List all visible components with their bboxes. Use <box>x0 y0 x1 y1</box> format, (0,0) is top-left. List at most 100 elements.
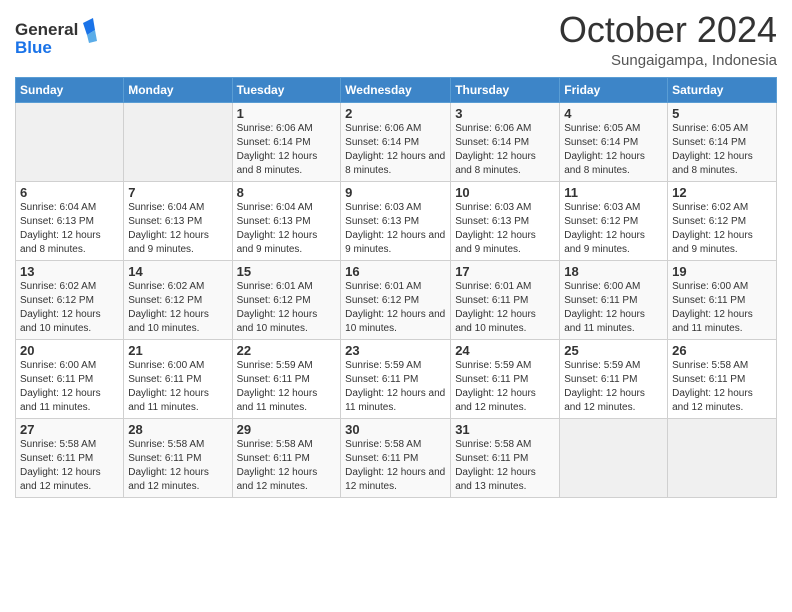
sunset: Sunset: 6:11 PM <box>128 374 201 385</box>
sunrise: Sunrise: 6:01 AM <box>345 281 421 292</box>
day-info: Sunrise: 6:00 AMSunset: 6:11 PMDaylight:… <box>672 280 772 336</box>
sunrise: Sunrise: 6:00 AM <box>128 360 204 371</box>
calendar-cell: 3 Sunrise: 6:06 AM Sunset: 6:14 PM Daylight… <box>451 102 560 181</box>
sunset: Sunset: 6:12 PM <box>672 216 746 227</box>
sunset: Sunset: 6:12 PM <box>237 295 311 306</box>
sunrise: Sunrise: 5:59 AM <box>564 360 640 371</box>
sunset: Sunset: 6:11 PM <box>237 453 310 464</box>
sunset: Sunset: 6:14 PM <box>455 137 529 148</box>
sunset: Sunset: 6:11 PM <box>455 374 528 385</box>
day-info: Sunrise: 6:06 AMSunset: 6:14 PMDaylight:… <box>345 122 446 178</box>
calendar-cell: 23Sunrise: 5:59 AMSunset: 6:11 PMDayligh… <box>341 339 451 418</box>
daylight: Daylight: 12 hours and 8 minutes. <box>455 151 536 176</box>
calendar-cell: 16Sunrise: 6:01 AMSunset: 6:12 PMDayligh… <box>341 260 451 339</box>
day-info: Sunrise: 6:03 AMSunset: 6:13 PMDaylight:… <box>455 201 555 257</box>
day-info: Sunrise: 5:59 AMSunset: 6:11 PMDaylight:… <box>564 359 663 415</box>
sunrise: Sunrise: 6:04 AM <box>20 202 96 213</box>
day-number: 20 <box>20 343 119 358</box>
day-info: Sunrise: 6:05 AMSunset: 6:14 PMDaylight:… <box>672 122 772 178</box>
calendar-header-thursday: Thursday <box>451 77 560 102</box>
calendar-cell: 26Sunrise: 5:58 AMSunset: 6:11 PMDayligh… <box>668 339 777 418</box>
sunset: Sunset: 6:14 PM <box>564 137 638 148</box>
calendar-header-sunday: Sunday <box>16 77 124 102</box>
sunset: Sunset: 6:11 PM <box>20 453 93 464</box>
daylight: Daylight: 12 hours and 11 minutes. <box>564 309 645 334</box>
day-number: 12 <box>672 185 772 200</box>
day-info: Sunrise: 6:05 AMSunset: 6:14 PMDaylight:… <box>564 122 663 178</box>
day-info: Sunrise: 5:58 AMSunset: 6:11 PMDaylight:… <box>345 438 446 494</box>
daylight: Daylight: 12 hours and 9 minutes. <box>672 230 753 255</box>
svg-text:Blue: Blue <box>15 38 52 57</box>
daylight: Daylight: 12 hours and 12 minutes. <box>455 388 536 413</box>
daylight: Daylight: 12 hours and 8 minutes. <box>672 151 753 176</box>
day-number: 2 <box>345 106 446 121</box>
sunset: Sunset: 6:13 PM <box>455 216 529 227</box>
calendar-cell: 27 Sunrise: 5:58 AM Sunset: 6:11 PM Dayligh… <box>16 418 124 497</box>
day-info: Sunrise: 6:00 AMSunset: 6:11 PMDaylight:… <box>20 359 119 415</box>
day-number: 14 <box>128 264 227 279</box>
sunrise: Sunrise: 6:06 AM <box>345 123 421 134</box>
sunrise: Sunrise: 6:00 AM <box>20 360 96 371</box>
day-number: 6 <box>20 185 119 200</box>
sunrise: Sunrise: 6:03 AM <box>345 202 421 213</box>
header: General Blue October 2024 Sungaigampa, I… <box>15 10 777 69</box>
calendar-cell: 29Sunrise: 5:58 AMSunset: 6:11 PMDayligh… <box>232 418 341 497</box>
calendar-cell: 30Sunrise: 5:58 AMSunset: 6:11 PMDayligh… <box>341 418 451 497</box>
day-info: Sunrise: 6:04 AM Sunset: 6:13 PM Daylight:… <box>20 201 119 257</box>
location: Sungaigampa, Indonesia <box>559 52 777 69</box>
title-section: October 2024 Sungaigampa, Indonesia <box>559 10 777 69</box>
calendar-cell: 13Sunrise: 6:02 AMSunset: 6:12 PMDayligh… <box>16 260 124 339</box>
day-number: 18 <box>564 264 663 279</box>
day-number: 29 <box>237 422 337 437</box>
day-number: 23 <box>345 343 446 358</box>
daylight: Daylight: 12 hours and 8 minutes. <box>345 151 445 176</box>
day-number: 19 <box>672 264 772 279</box>
sunset: Sunset: 6:12 PM <box>564 216 638 227</box>
calendar-cell: 20Sunrise: 6:00 AMSunset: 6:11 PMDayligh… <box>16 339 124 418</box>
calendar-cell: 25Sunrise: 5:59 AMSunset: 6:11 PMDayligh… <box>560 339 668 418</box>
sunrise: Sunrise: 6:01 AM <box>455 281 531 292</box>
calendar-cell: 18Sunrise: 6:00 AMSunset: 6:11 PMDayligh… <box>560 260 668 339</box>
sunrise: Sunrise: 6:03 AM <box>455 202 531 213</box>
calendar-cell: 8Sunrise: 6:04 AMSunset: 6:13 PMDaylight… <box>232 181 341 260</box>
daylight: Daylight: 12 hours and 9 minutes. <box>564 230 645 255</box>
daylight: Daylight: 12 hours and 10 minutes. <box>455 309 536 334</box>
day-info: Sunrise: 6:01 AMSunset: 6:12 PMDaylight:… <box>237 280 337 336</box>
day-number: 22 <box>237 343 337 358</box>
sunset: Sunset: 6:11 PM <box>455 295 528 306</box>
sunrise: Sunrise: 6:02 AM <box>128 281 204 292</box>
daylight: Daylight: 12 hours and 8 minutes. <box>20 230 101 255</box>
daylight: Daylight: 12 hours and 11 minutes. <box>128 388 209 413</box>
sunrise: Sunrise: 5:58 AM <box>237 439 313 450</box>
day-number: 28 <box>128 422 227 437</box>
sunrise: Sunrise: 6:06 AM <box>455 123 531 134</box>
calendar-cell: 4Sunrise: 6:05 AMSunset: 6:14 PMDaylight… <box>560 102 668 181</box>
day-info: Sunrise: 6:02 AMSunset: 6:12 PMDaylight:… <box>672 201 772 257</box>
sunset: Sunset: 6:13 PM <box>20 216 94 227</box>
sunset: Sunset: 6:13 PM <box>128 216 202 227</box>
calendar-week-5: 27 Sunrise: 5:58 AM Sunset: 6:11 PM Dayligh… <box>16 418 777 497</box>
day-number: 8 <box>237 185 337 200</box>
daylight: Daylight: 12 hours and 12 minutes. <box>20 467 101 492</box>
day-number: 21 <box>128 343 227 358</box>
day-number: 3 <box>455 106 555 121</box>
day-info: Sunrise: 6:03 AMSunset: 6:12 PMDaylight:… <box>564 201 663 257</box>
sunset: Sunset: 6:11 PM <box>345 374 418 385</box>
sunrise: Sunrise: 5:58 AM <box>20 439 96 450</box>
day-number: 7 <box>128 185 227 200</box>
calendar-week-1: 1Sunrise: 6:06 AMSunset: 6:14 PMDaylight… <box>16 102 777 181</box>
sunrise: Sunrise: 5:59 AM <box>455 360 531 371</box>
svg-text:General: General <box>15 20 78 39</box>
calendar-cell: 9Sunrise: 6:03 AMSunset: 6:13 PMDaylight… <box>341 181 451 260</box>
sunset: Sunset: 6:11 PM <box>564 295 637 306</box>
day-number: 13 <box>20 264 119 279</box>
day-number: 27 <box>20 422 119 437</box>
day-info: Sunrise: 5:58 AM Sunset: 6:11 PM Daylight:… <box>20 438 119 494</box>
logo-icon: General Blue <box>15 15 105 59</box>
day-number: 15 <box>237 264 337 279</box>
sunset: Sunset: 6:11 PM <box>237 374 310 385</box>
day-info: Sunrise: 6:01 AM Sunset: 6:11 PM Daylight:… <box>455 280 555 336</box>
logo: General Blue <box>15 15 105 64</box>
sunset: Sunset: 6:14 PM <box>237 137 311 148</box>
calendar-cell: 2Sunrise: 6:06 AMSunset: 6:14 PMDaylight… <box>341 102 451 181</box>
